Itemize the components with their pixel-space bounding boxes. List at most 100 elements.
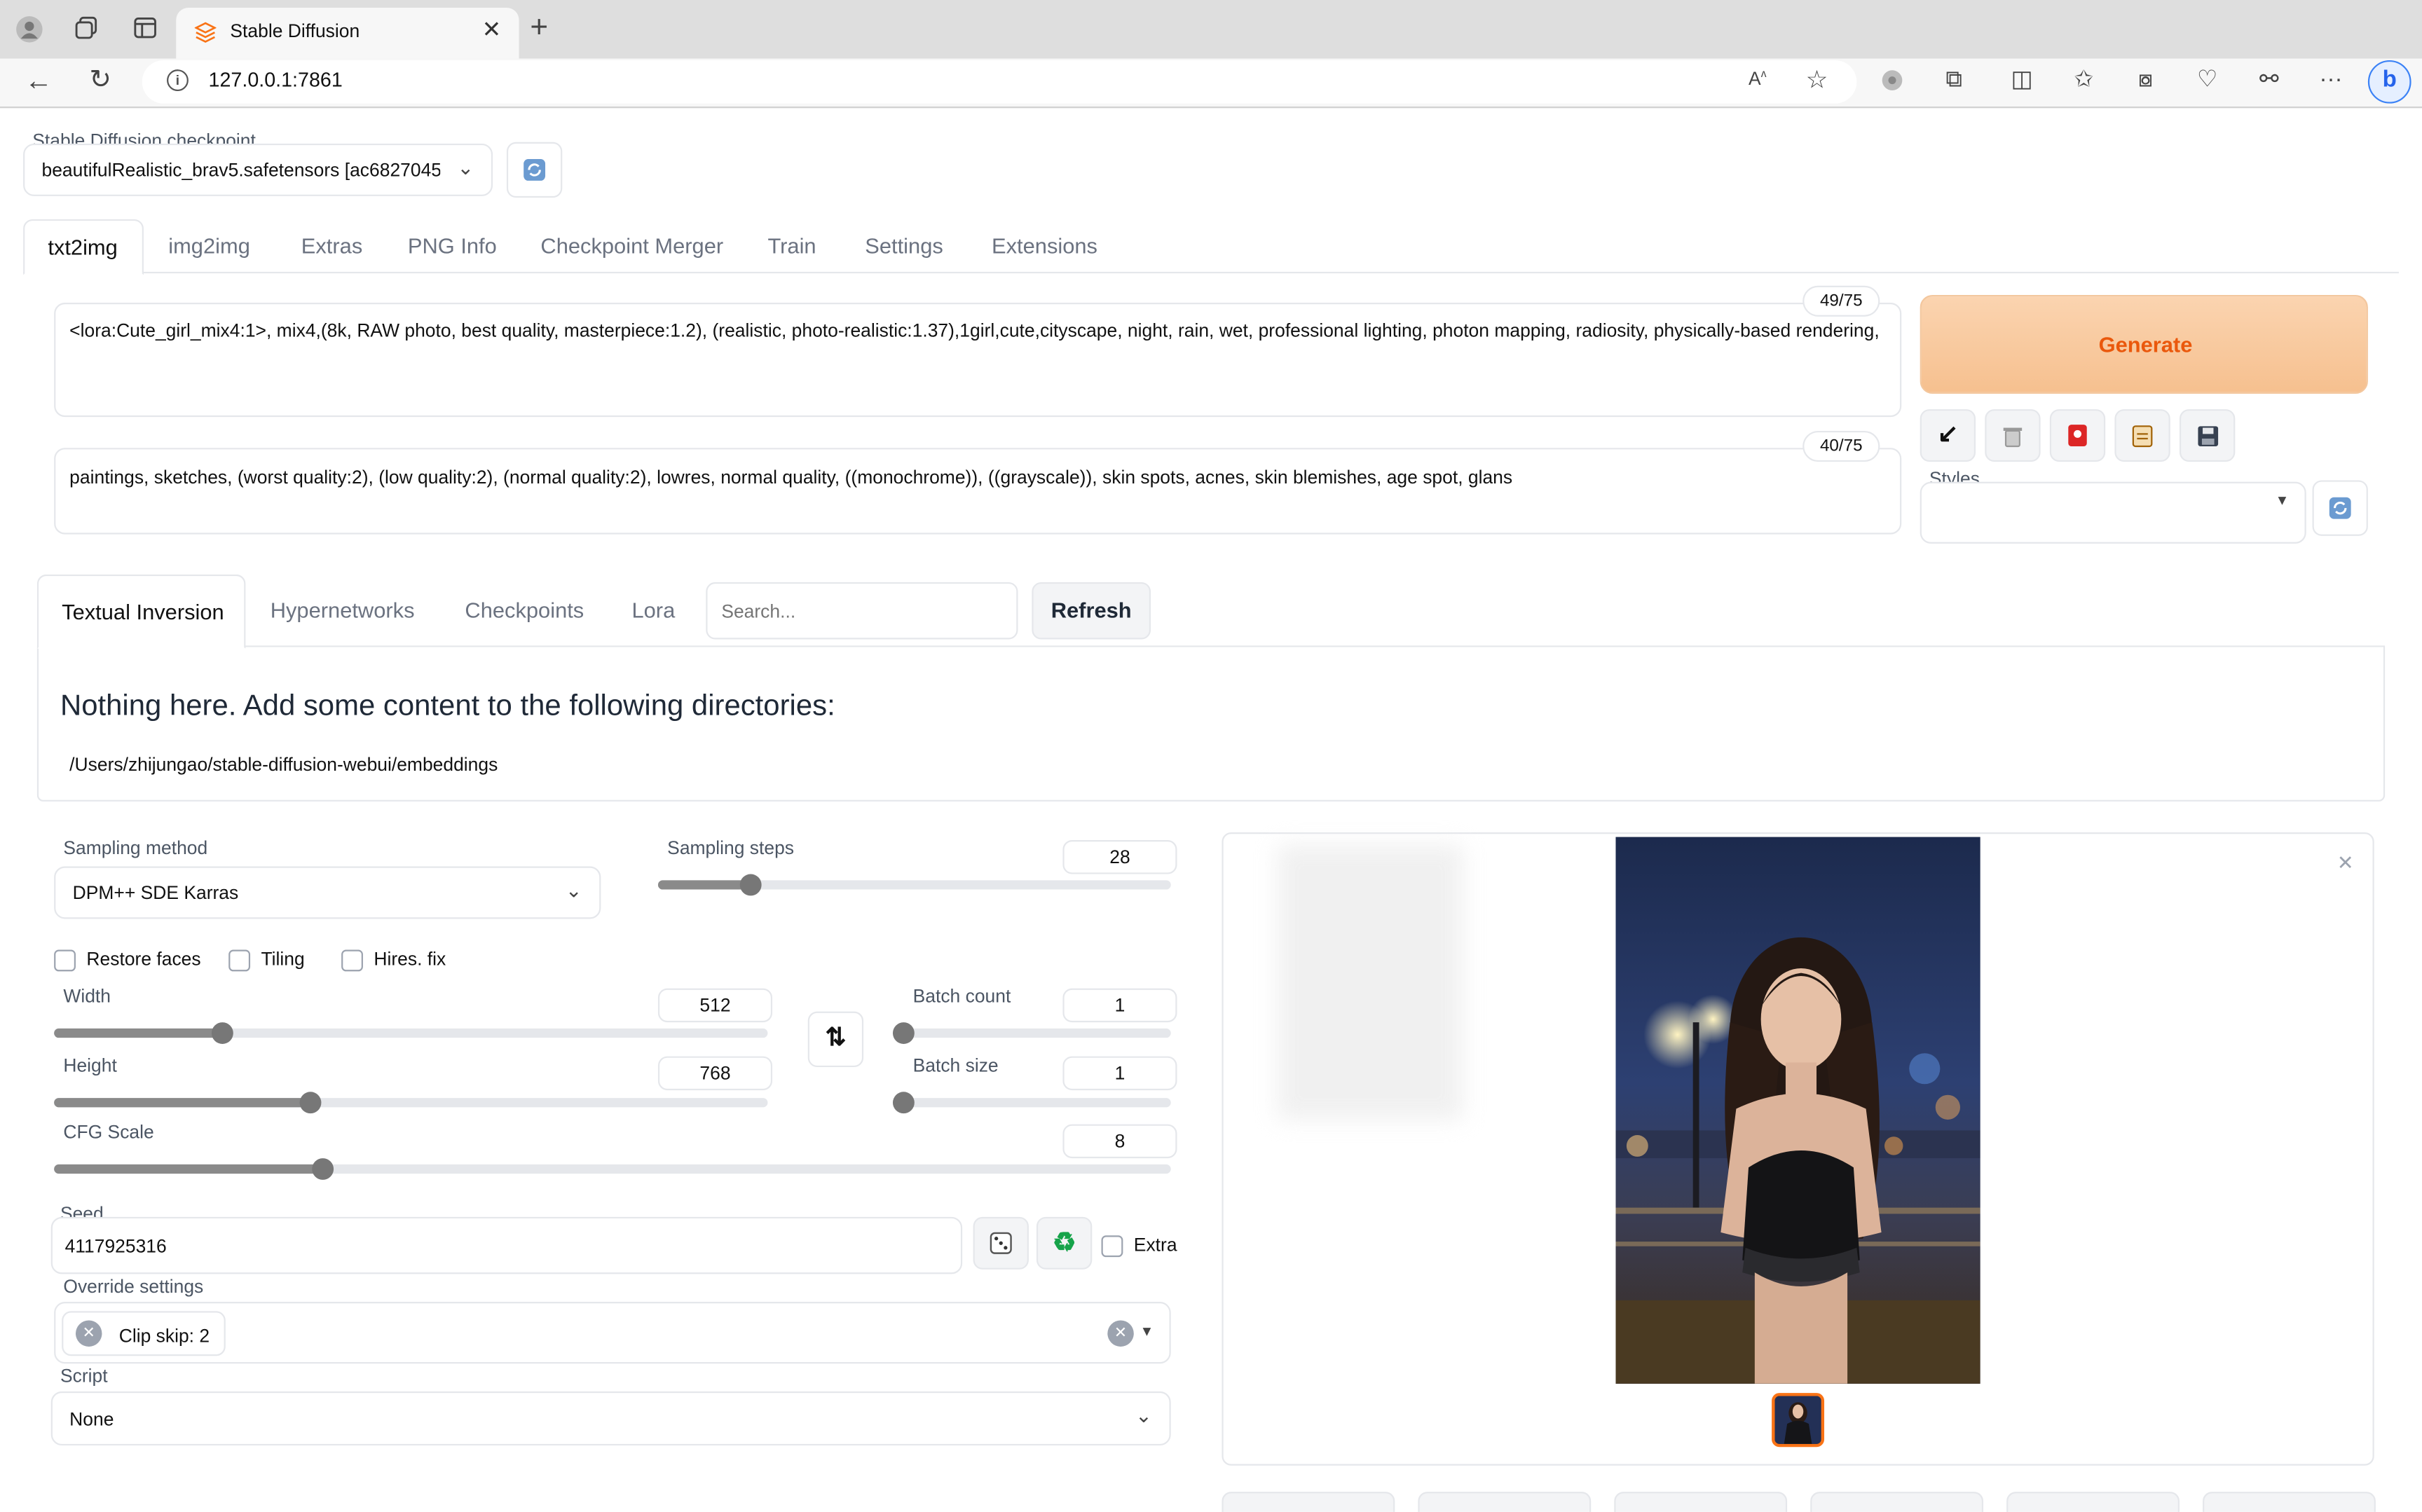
- height-slider[interactable]: [54, 1092, 768, 1114]
- extension-grey-icon[interactable]: [1875, 68, 1909, 96]
- reload-icon[interactable]: ↻: [83, 66, 117, 95]
- tab-textual-inversion[interactable]: Textual Inversion: [36, 574, 246, 649]
- output-action-button[interactable]: [1810, 1492, 1984, 1512]
- sampling-steps-input[interactable]: 28: [1062, 840, 1177, 874]
- tab-hypernetworks[interactable]: Hypernetworks: [271, 598, 415, 622]
- save-style-button[interactable]: [2179, 409, 2236, 462]
- override-settings-multiselect[interactable]: ✕ Clip skip: 2 ✕ ▼: [54, 1302, 1171, 1364]
- extra-seed-checkbox[interactable]: [1101, 1235, 1123, 1258]
- sampling-steps-slider[interactable]: [657, 874, 1171, 896]
- slider-thumb[interactable]: [892, 1022, 915, 1044]
- generated-image[interactable]: [1615, 837, 1980, 1384]
- output-action-button[interactable]: [1418, 1492, 1592, 1512]
- red-card-icon: [2067, 422, 2088, 448]
- tab-png-info[interactable]: PNG Info: [408, 233, 497, 258]
- collections-icon[interactable]: ⧇: [2128, 67, 2162, 95]
- tab-extras[interactable]: Extras: [301, 233, 362, 258]
- output-action-button[interactable]: [2203, 1492, 2376, 1512]
- dropdown-caret-icon: ▼: [2275, 493, 2290, 509]
- tab-img2img[interactable]: img2img: [168, 233, 250, 258]
- extra-networks-search-input[interactable]: [706, 582, 1018, 640]
- height-input[interactable]: 768: [657, 1056, 773, 1091]
- slider-thumb[interactable]: [299, 1092, 322, 1114]
- favorite-star-icon[interactable]: ☆: [1806, 65, 1828, 96]
- refresh-icon: [522, 156, 547, 182]
- styles-dropdown[interactable]: ▼: [1920, 481, 2306, 544]
- tab-checkpoints[interactable]: Checkpoints: [465, 598, 584, 622]
- width-input[interactable]: 512: [657, 988, 773, 1023]
- width-slider[interactable]: [54, 1022, 768, 1044]
- close-icon[interactable]: ✕: [2337, 851, 2354, 875]
- clear-all-icon[interactable]: ✕: [1107, 1320, 1134, 1347]
- slider-thumb[interactable]: [210, 1022, 233, 1044]
- tab-checkpoint-merger[interactable]: Checkpoint Merger: [540, 233, 723, 258]
- tiling-checkbox[interactable]: [228, 949, 251, 972]
- negative-prompt-textarea[interactable]: paintings, sketches, (worst quality:2), …: [54, 448, 1902, 535]
- batch-count-input[interactable]: 1: [1062, 988, 1177, 1023]
- sampling-method-dropdown[interactable]: DPM++ SDE Karras ⌄: [54, 866, 601, 919]
- read-generation-params-button[interactable]: ↙: [1920, 409, 1976, 462]
- extra-networks-refresh-button[interactable]: Refresh: [1032, 582, 1151, 640]
- generate-button[interactable]: Generate: [1920, 294, 2368, 394]
- slider-fill: [657, 880, 751, 890]
- workspaces-icon[interactable]: [69, 15, 103, 43]
- cfg-scale-slider[interactable]: [54, 1158, 1171, 1180]
- slider-thumb[interactable]: [312, 1158, 334, 1180]
- hires-fix-checkbox[interactable]: [341, 949, 363, 972]
- slider-thumb[interactable]: [739, 874, 762, 896]
- script-dropdown[interactable]: None ⌄: [50, 1391, 1171, 1446]
- reuse-seed-button[interactable]: ♻: [1036, 1216, 1093, 1270]
- clear-prompt-button[interactable]: [1985, 409, 2041, 462]
- gallery-thumbnail[interactable]: [1772, 1393, 1825, 1448]
- tab-txt2img[interactable]: txt2img: [23, 219, 144, 275]
- checkpoint-dropdown[interactable]: beautifulRealistic_brav5.safetensors [ac…: [23, 143, 493, 196]
- tab-lora[interactable]: Lora: [631, 598, 675, 622]
- restore-faces-checkbox[interactable]: [54, 949, 76, 972]
- apply-style-button[interactable]: [2114, 409, 2170, 462]
- split-screen-icon[interactable]: ◫: [2005, 67, 2039, 95]
- prompt-textarea[interactable]: <lora:Cute_girl_mix4:1>, mix4,(8k, RAW p…: [54, 303, 1902, 418]
- tab-train[interactable]: Train: [767, 233, 816, 258]
- trash-icon: [2002, 422, 2024, 448]
- swap-dimensions-button[interactable]: ⇅: [807, 1011, 864, 1068]
- checkpoint-refresh-button[interactable]: [506, 142, 563, 198]
- tab-extensions[interactable]: Extensions: [992, 233, 1097, 258]
- slider-thumb[interactable]: [892, 1092, 915, 1114]
- extra-seed-label: Extra: [1133, 1234, 1177, 1256]
- arrow-down-left-icon: ↙: [1937, 421, 1959, 448]
- seed-input[interactable]: 4117925316: [50, 1216, 963, 1274]
- swap-icon: ⇅: [825, 1025, 847, 1052]
- read-aloud-icon[interactable]: Aʌ: [1749, 68, 1766, 90]
- profile-icon[interactable]: [13, 15, 46, 43]
- tab-title: Stable Diffusion: [230, 20, 360, 42]
- tab-settings[interactable]: Settings: [865, 233, 943, 258]
- favorites-icon[interactable]: ✩: [2067, 67, 2100, 95]
- batch-size-slider[interactable]: [892, 1092, 1171, 1114]
- random-seed-button[interactable]: [973, 1216, 1029, 1270]
- output-action-button[interactable]: [2006, 1492, 2180, 1512]
- output-action-button[interactable]: [1614, 1492, 1788, 1512]
- chevron-down-icon: ⌄: [1135, 1403, 1153, 1427]
- output-action-button[interactable]: [1222, 1492, 1395, 1512]
- show-extra-networks-button[interactable]: [2049, 409, 2106, 462]
- extensions-puzzle-icon[interactable]: ⧉: [1937, 67, 1971, 95]
- url-text: 127.0.0.1:7861: [208, 67, 343, 92]
- batch-size-input[interactable]: 1: [1062, 1056, 1177, 1091]
- back-icon[interactable]: ←: [22, 67, 55, 95]
- browser-tab[interactable]: Stable Diffusion ✕: [176, 8, 519, 59]
- dropdown-caret-icon[interactable]: ▼: [1140, 1324, 1154, 1339]
- prompt-token-counter: 49/75: [1802, 285, 1880, 317]
- browser-essentials-icon[interactable]: ♡: [2190, 67, 2224, 95]
- batch-count-slider[interactable]: [892, 1022, 1171, 1044]
- tab-close-icon[interactable]: ✕: [482, 15, 502, 43]
- new-tab-icon[interactable]: +: [522, 13, 556, 43]
- more-menu-icon[interactable]: ···: [2314, 67, 2348, 95]
- remove-chip-icon[interactable]: ✕: [76, 1320, 102, 1347]
- styles-refresh-button[interactable]: [2312, 480, 2368, 536]
- site-info-icon[interactable]: i: [167, 69, 189, 92]
- cfg-scale-input[interactable]: 8: [1062, 1124, 1177, 1159]
- tab-actions-icon[interactable]: [128, 15, 162, 43]
- bing-copilot-icon[interactable]: b: [2367, 60, 2411, 104]
- address-bar[interactable]: i 127.0.0.1:7861 Aʌ ☆: [142, 60, 1857, 104]
- share-icon[interactable]: ⚯: [2252, 67, 2286, 95]
